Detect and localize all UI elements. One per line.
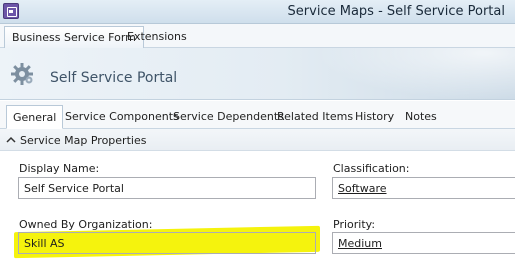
- display-name-label: Display Name:: [19, 162, 100, 175]
- priority-field[interactable]: Medium: [332, 232, 515, 254]
- banner-title: Self Service Portal: [50, 70, 178, 86]
- classification-label: Classification:: [333, 162, 410, 175]
- classification-value[interactable]: Software: [338, 182, 387, 195]
- owned-by-organization-field[interactable]: Skill AS: [18, 232, 316, 254]
- chevron-up-icon[interactable]: [6, 135, 16, 145]
- app-icon[interactable]: [3, 3, 19, 19]
- classification-field[interactable]: Software: [332, 177, 515, 199]
- priority-value[interactable]: Medium: [338, 237, 382, 250]
- tab-related-items[interactable]: Related Items: [271, 105, 359, 129]
- section-tab-bar: General Service Components Service Depen…: [0, 101, 515, 129]
- tab-service-components[interactable]: Service Components: [59, 105, 185, 129]
- window-title: Service Maps - Self Service Portal: [287, 4, 505, 19]
- tab-general[interactable]: General: [6, 105, 64, 129]
- tab-history[interactable]: History: [349, 105, 400, 129]
- priority-label: Priority:: [333, 218, 376, 231]
- group-title: Service Map Properties: [20, 134, 147, 147]
- service-map-properties-header[interactable]: Service Map Properties: [0, 129, 515, 151]
- form-header-banner: Self Service Portal: [0, 48, 515, 100]
- tab-extensions[interactable]: Extensions: [120, 26, 194, 48]
- tab-notes[interactable]: Notes: [399, 105, 443, 129]
- display-name-field[interactable]: Self Service Portal: [18, 177, 316, 199]
- title-bar: Service Maps - Self Service Portal: [0, 0, 515, 24]
- gear-icon: [11, 63, 33, 85]
- form-tab-bar: Business Service Form Extensions: [0, 24, 515, 48]
